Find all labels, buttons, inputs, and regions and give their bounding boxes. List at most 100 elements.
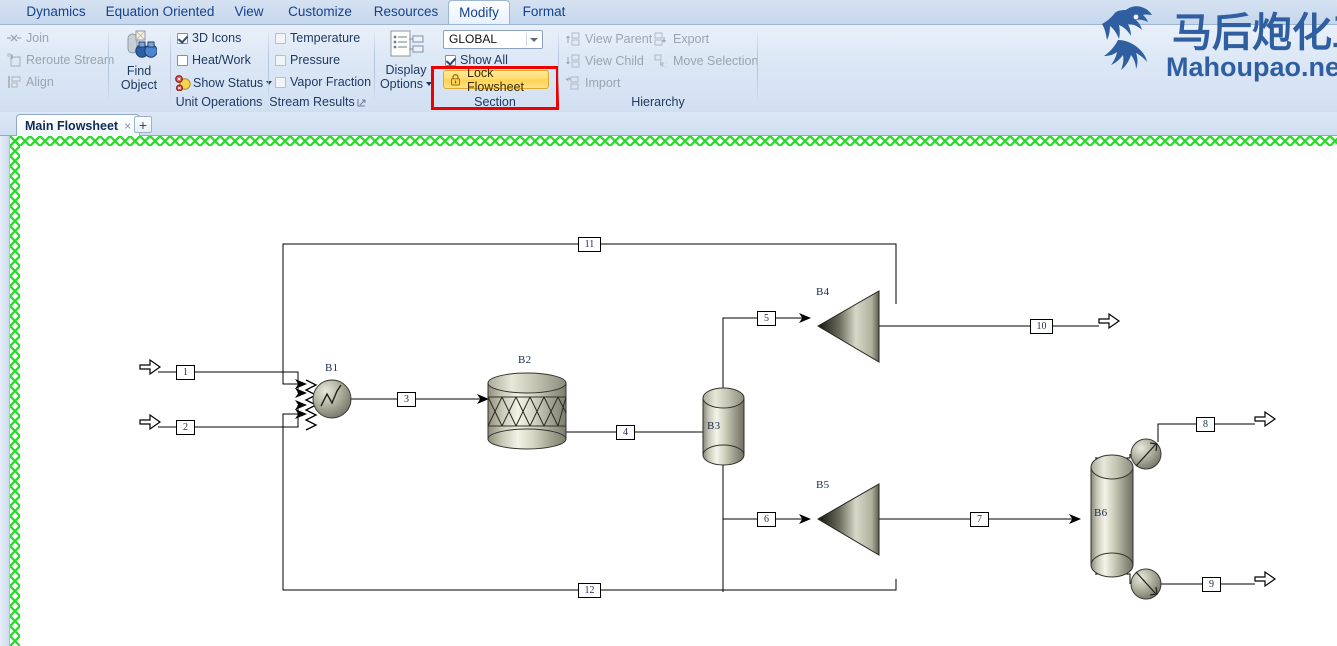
stream-label-3[interactable]: 3 [397,392,416,407]
find-object-button[interactable]: Find Object [109,64,169,92]
find-object-icon[interactable] [125,29,158,61]
tab-format[interactable]: Format [512,0,576,24]
import-label: Import [585,76,621,90]
tab-main-flowsheet[interactable]: Main Flowsheet × [16,114,141,136]
view-parent-button[interactable]: View Parent [565,31,652,47]
import-button[interactable]: Import [565,75,620,91]
checkbox-heat-work[interactable]: Heat/Work [177,53,251,67]
join-button[interactable]: Join [6,30,49,46]
display-options-label-line2: Options [379,77,424,91]
stream-results-dialog-launcher[interactable] [356,96,368,108]
stream-label-5[interactable]: 5 [757,311,776,326]
tab-resources[interactable]: Resources [364,0,448,24]
view-child-label: View Child [585,54,644,68]
checkbox-vapor-fraction-label: Vapor Fraction [290,75,372,89]
checkbox-temperature-label: Temperature [290,31,361,45]
stream-label-4[interactable]: 4 [616,425,635,440]
tab-view[interactable]: View [222,0,276,24]
tab-customize[interactable]: Customize [276,0,364,24]
section-select-value: GLOBAL [449,32,498,46]
flowsheet-canvas[interactable]: B1 B2 B3 B4 B5 B6 1 2 3 4 5 6 7 8 9 10 1… [10,136,1337,646]
show-status-icon [175,75,191,92]
stream-label-8[interactable]: 8 [1196,417,1215,432]
checkbox-temperature[interactable]: Temperature [275,31,360,45]
tab-equation-oriented[interactable]: Equation Oriented [98,0,222,24]
view-child-icon [565,53,581,69]
ribbon-group-unit-operations: 3D Icons Heat/Work Show Status Unit Oper… [171,25,273,110]
canvas-left-rail[interactable] [0,136,10,646]
checkbox-3d-icons-box[interactable] [177,32,188,44]
checkbox-vapor-fraction-box[interactable] [275,76,286,88]
show-status-button[interactable]: Show Status [175,75,273,92]
view-child-button[interactable]: View Child [565,53,644,69]
checkbox-heat-work-label: Heat/Work [192,53,251,67]
block-label-B1: B1 [325,362,339,374]
align-icon [6,74,22,90]
stream-label-9[interactable]: 9 [1202,577,1221,592]
checkbox-pressure-box[interactable] [275,54,286,66]
align-button[interactable]: Align [6,74,54,90]
add-tab-button[interactable]: + [134,116,152,133]
stream-label-6[interactable]: 6 [757,512,776,527]
display-options-button[interactable]: Display Options [375,63,437,91]
block-B2[interactable] [487,372,567,450]
export-button[interactable]: Export [653,31,709,47]
unit-operations-group-title: Unit Operations [175,95,263,109]
lock-flowsheet-highlight [431,66,559,110]
block-label-B2: B2 [518,354,532,366]
stream-label-7[interactable]: 7 [970,512,989,527]
checkbox-3d-icons[interactable]: 3D Icons [177,31,241,45]
stream-label-11[interactable]: 11 [578,237,601,252]
tab-modify[interactable]: Modify [448,0,510,24]
join-label: Join [26,31,49,45]
reroute-stream-button[interactable]: Reroute Stream [6,52,114,68]
find-object-label-line2: Object [120,78,158,92]
checkbox-vapor-fraction[interactable]: Vapor Fraction [275,75,371,89]
section-select[interactable]: GLOBAL [443,30,543,49]
ribbon-group-edit: Join Reroute Stream Align [0,25,114,110]
ribbon-group-hierarchy: View Parent View Child Import Export Mov… [559,25,758,110]
export-icon [653,31,669,47]
checkbox-temperature-box[interactable] [275,32,286,44]
align-label: Align [26,75,54,89]
find-object-label-line1: Find [126,64,152,78]
block-B4[interactable] [817,290,880,363]
stream-label-12[interactable]: 12 [578,583,601,598]
block-label-B6: B6 [1094,507,1108,519]
checkbox-show-all-box[interactable] [445,54,456,66]
stream-label-1[interactable]: 1 [176,365,195,380]
site-logo: 马后炮化工 Mahoupao.net [1100,0,1337,90]
close-icon[interactable]: × [124,119,131,133]
show-status-label: Show Status [193,76,264,90]
export-label: Export [673,32,710,46]
join-icon [6,30,22,46]
block-label-B4: B4 [816,286,830,298]
checkbox-heat-work-box[interactable] [177,54,188,66]
ribbon-group-find: Find Object [109,25,169,110]
stream-label-10[interactable]: 10 [1030,319,1053,334]
group-separator [757,29,758,103]
plus-icon: + [138,116,148,133]
display-options-icon[interactable] [387,29,427,61]
reroute-stream-label: Reroute Stream [26,53,115,67]
display-options-label-line1: Display [385,63,427,77]
block-B1[interactable] [304,379,352,431]
block-condenser[interactable] [1130,438,1162,470]
import-icon [565,75,581,91]
checkbox-3d-icons-label: 3D Icons [192,31,242,45]
reroute-stream-icon [6,52,22,68]
tab-dynamics[interactable]: Dynamics [14,0,98,24]
move-selection-icon [653,53,669,69]
tab-main-flowsheet-label: Main Flowsheet [25,118,119,133]
checkbox-pressure[interactable]: Pressure [275,53,340,67]
logo-site-text: Mahoupao.net [1166,52,1337,82]
logo-chinese-text: 马后炮化工 [1172,10,1337,56]
checkbox-pressure-label: Pressure [290,53,341,67]
ribbon: Dynamics Equation Oriented View Customiz… [0,0,1337,112]
move-selection-button[interactable]: Move Selection [653,53,758,69]
chevron-down-icon[interactable] [530,38,538,42]
stream-label-2[interactable]: 2 [176,420,195,435]
block-B5[interactable] [817,483,880,556]
block-reboiler[interactable] [1130,568,1162,600]
hierarchy-group-title: Hierarchy [631,95,685,109]
